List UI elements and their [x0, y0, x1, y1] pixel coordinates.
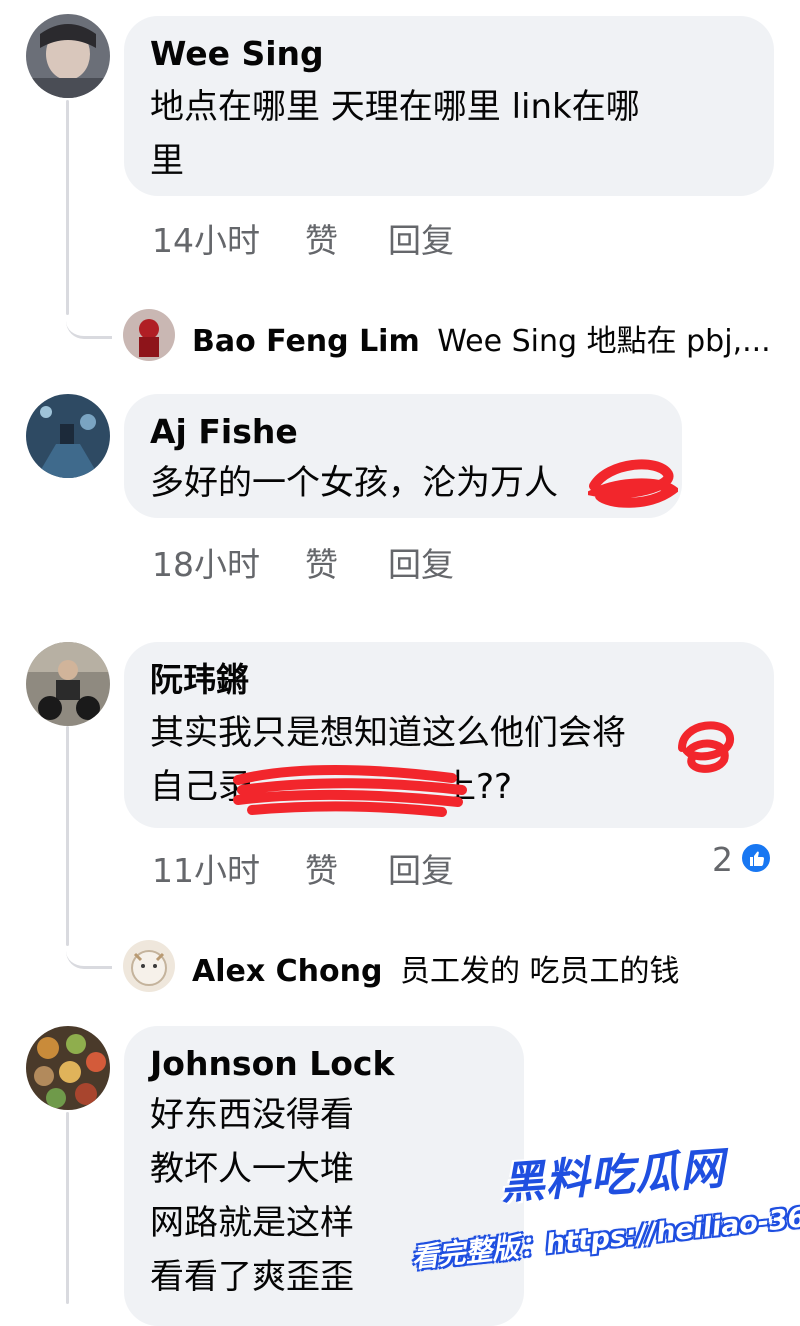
like-button[interactable]: 赞 [305, 214, 338, 262]
comment-bubble[interactable]: Wee Sing 地点在哪里 天理在哪里 link在哪 里 [124, 16, 774, 196]
avatar[interactable] [26, 394, 110, 478]
watermark-brand: 黑料吃瓜网 [498, 1143, 727, 1210]
avatar[interactable] [123, 940, 175, 992]
thread-connector [66, 300, 112, 339]
reply-preview[interactable]: Bao Feng Lim Wee Sing 地點在 pbj,... [192, 316, 771, 360]
reply-button[interactable]: 回复 [388, 538, 454, 586]
reply-button[interactable]: 回复 [388, 844, 454, 892]
thread-connector [66, 930, 112, 969]
comment-text: 看看了爽歪歪 [150, 1257, 354, 1297]
comment-text: 地点在哪里 天理在哪里 link在哪 [150, 87, 640, 127]
comment-text: 自己录 上?? [150, 760, 748, 814]
avatar[interactable] [26, 14, 110, 98]
reply-author[interactable]: Alex Chong [192, 954, 382, 989]
avatar[interactable] [26, 1026, 110, 1110]
reply-preview[interactable]: Alex Chong 员工发的 吃员工的钱 [192, 946, 680, 990]
comment-text: 网路就是这样 [150, 1203, 354, 1243]
avatar[interactable] [26, 642, 110, 726]
comment-text: 里 [150, 141, 184, 181]
comment-timestamp[interactable]: 11小时 [152, 844, 260, 892]
reply-author[interactable]: Bao Feng Lim [192, 324, 420, 359]
comment-text: 好东西没得看 [150, 1095, 354, 1135]
comment-text-start: 自己录 [150, 767, 252, 807]
comment-text: 教坏人一大堆 [150, 1149, 354, 1189]
thread-line [66, 1112, 69, 1304]
thread-line [66, 726, 69, 946]
comment-author[interactable]: 阮玮鏘 [150, 660, 748, 700]
reaction-count[interactable]: 2 [712, 840, 733, 879]
comment-text: 多好的一个女孩，沦为万人 [150, 463, 558, 503]
comment-bubble[interactable]: Johnson Lock 好东西没得看 教坏人一大堆 网路就是这样 看看了爽歪歪 [124, 1026, 524, 1326]
comment-timestamp[interactable]: 18小时 [152, 538, 260, 586]
comment-bubble[interactable]: 阮玮鏘 其实我只是想知道这么他们会将 自己录 上?? [124, 642, 774, 828]
comment-bubble[interactable]: Aj Fishe 多好的一个女孩，沦为万人 [124, 394, 682, 518]
comment-text-end: 上?? [442, 767, 513, 807]
reply-text: Wee Sing 地點在 pbj,... [437, 324, 771, 359]
comment-author[interactable]: Aj Fishe [150, 412, 656, 452]
thumbs-up-icon[interactable] [739, 841, 773, 875]
reply-text: 员工发的 吃员工的钱 [400, 954, 680, 989]
like-button[interactable]: 赞 [305, 844, 338, 892]
thread-line [66, 100, 69, 315]
comment-author[interactable]: Wee Sing [150, 34, 748, 74]
comment-author[interactable]: Johnson Lock [150, 1044, 498, 1084]
avatar[interactable] [123, 309, 175, 361]
comment-timestamp[interactable]: 14小时 [152, 214, 260, 262]
like-button[interactable]: 赞 [305, 538, 338, 586]
reply-button[interactable]: 回复 [388, 214, 454, 262]
comment-text: 其实我只是想知道这么他们会将 [150, 713, 626, 753]
